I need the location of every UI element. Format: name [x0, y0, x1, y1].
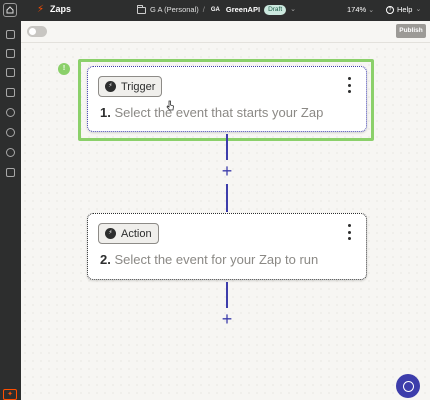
left-sidebar [0, 21, 21, 400]
tables-icon[interactable] [6, 168, 15, 177]
trigger-pill[interactable]: ⚡ Trigger [98, 76, 163, 97]
breadcrumb-separator: / [202, 5, 205, 14]
zap-badge: GA [210, 7, 220, 13]
connector-line [226, 134, 228, 160]
feedback-icon[interactable]: ✦ [3, 389, 17, 400]
zaps-icon[interactable] [6, 49, 15, 58]
history-icon[interactable] [6, 108, 15, 117]
zoom-chevron-down-icon: ⌄ [368, 7, 375, 14]
settings-icon[interactable] [6, 148, 15, 157]
zoom-level: 174% [347, 5, 367, 14]
trigger-bolt-icon: ⚡ [105, 81, 116, 92]
help-chevron-down-icon: ⌄ [415, 6, 422, 13]
zapier-bolt-icon: ⚡ [37, 4, 45, 15]
action-bolt-icon: ⚡ [105, 228, 116, 239]
step-text: Select the event that starts your Zap [114, 105, 324, 120]
help-label: Help [397, 5, 413, 14]
copilot-icon [402, 380, 414, 392]
breadcrumb: G A (Personal) / GA GreenAPI Draft ⌄ [137, 3, 296, 17]
zap-toggle[interactable] [27, 26, 47, 37]
home-button[interactable] [3, 3, 17, 17]
action-label: Action [121, 227, 152, 240]
step-number: 1. [100, 105, 111, 120]
chevron-down-icon[interactable]: ⌄ [290, 3, 296, 17]
step-number: 2. [100, 252, 111, 267]
editor-toolbar [21, 21, 430, 43]
copilot-button[interactable] [396, 374, 420, 398]
trigger-step-card[interactable]: ⚡ Trigger 1. Select the event that start… [87, 66, 367, 132]
step-text: Select the event for your Zap to run [114, 252, 319, 267]
connector-line [226, 282, 228, 308]
help-icon: ? [386, 6, 394, 14]
calendar-icon[interactable] [6, 88, 15, 97]
status-badge: Draft [264, 5, 287, 15]
action-pill[interactable]: ⚡ Action [98, 223, 159, 244]
action-step-card[interactable]: ⚡ Action 2. Select the event for your Za… [87, 213, 367, 280]
chat-icon[interactable] [6, 68, 15, 77]
trigger-description: 1. Select the event that starts your Zap [100, 105, 323, 120]
toggle-knob [29, 28, 36, 35]
action-description: 2. Select the event for your Zap to run [100, 252, 318, 267]
app-title[interactable]: Zaps [50, 4, 71, 14]
top-bar: ⚡ Zaps G A (Personal) / GA GreenAPI Draf… [0, 0, 430, 21]
trigger-label: Trigger [121, 80, 156, 93]
warning-icon: ! [58, 63, 70, 75]
publish-button[interactable]: Publish [396, 24, 426, 38]
connector-line [226, 184, 228, 212]
apps-icon[interactable] [6, 30, 15, 39]
add-step-icon[interactable]: + [219, 310, 235, 328]
add-step-icon[interactable]: + [219, 162, 235, 180]
trigger-more-icon[interactable] [346, 77, 352, 93]
folder-name[interactable]: G A (Personal) [150, 3, 199, 17]
zap-name[interactable]: GreenAPI [226, 3, 260, 17]
help-button[interactable]: ? Help ⌄ [386, 3, 421, 17]
home-icon [6, 6, 14, 14]
transfer-icon[interactable] [6, 128, 15, 137]
zoom-control[interactable]: 174% ⌄ [347, 3, 374, 18]
pointer-cursor-icon [166, 100, 174, 111]
folder-icon [137, 4, 146, 14]
action-more-icon[interactable] [346, 224, 352, 240]
